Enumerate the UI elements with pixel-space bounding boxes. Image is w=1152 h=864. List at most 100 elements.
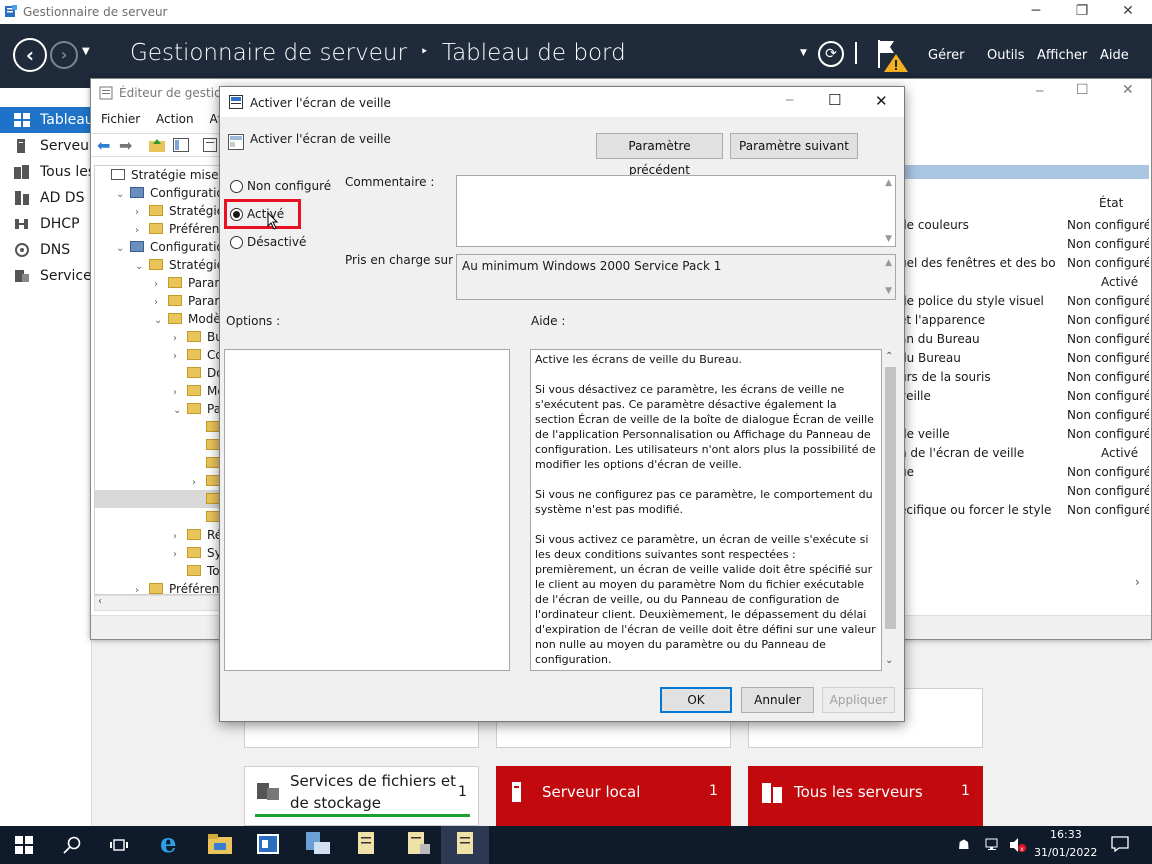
list-hscrollbar[interactable]: › xyxy=(899,575,1149,591)
list-item[interactable]: n de l'écran de veille Activé xyxy=(899,444,1149,463)
scroll-up-icon[interactable]: ⌃ xyxy=(885,351,893,362)
editor-maximize-button[interactable]: ☐ xyxy=(1076,82,1089,98)
back-icon[interactable]: ⬅ xyxy=(97,136,110,155)
server-manager-taskbar-icon[interactable] xyxy=(257,834,279,854)
comment-textarea[interactable]: ▲ ▼ xyxy=(456,175,896,247)
forward-icon[interactable]: ➡ xyxy=(119,136,132,155)
previous-setting-button[interactable]: Paramètre précédent xyxy=(596,133,723,177)
help-scrollbar[interactable]: ⌃ ⌄ xyxy=(882,349,899,671)
tree-node[interactable]: ⌄Configuration xyxy=(95,238,220,256)
tree-node[interactable]: A xyxy=(95,436,220,454)
list-item[interactable]: Non configuré xyxy=(899,235,1149,254)
tree-node[interactable]: ›Paramè xyxy=(95,292,220,310)
tree-node[interactable]: A xyxy=(95,418,220,436)
menu-view[interactable]: Afficher xyxy=(1037,48,1087,63)
editor-close-button[interactable]: ✕ xyxy=(1122,82,1134,98)
sidebar-item-dhcp[interactable]: DHCP xyxy=(0,211,92,237)
list-item[interactable]: de couleurs Non configuré xyxy=(899,216,1149,235)
scroll-down-icon[interactable]: ▼ xyxy=(885,286,892,296)
internet-explorer-icon[interactable]: e xyxy=(160,830,186,858)
history-dropdown-icon[interactable]: ▼ xyxy=(82,46,90,57)
list-item[interactable]: de veille Non configuré xyxy=(899,425,1149,444)
sidebar-item-local-server[interactable]: Serveur xyxy=(0,133,92,159)
tree-node[interactable]: ›Préférences xyxy=(95,220,220,238)
scroll-down-icon[interactable]: ⌄ xyxy=(885,655,893,666)
menu-tools[interactable]: Outils xyxy=(987,48,1025,63)
people-icon[interactable]: ☗ xyxy=(958,838,970,853)
gpo-taskbar-icon[interactable] xyxy=(455,832,475,854)
list-item[interactable]: uel des fenêtres et des bout... Non confi… xyxy=(899,254,1149,273)
tree-node[interactable]: ⌄Configuration xyxy=(95,184,220,202)
list-item[interactable]: urs de la souris Non configuré xyxy=(899,368,1149,387)
tree-node[interactable]: ›Com xyxy=(95,346,220,364)
file-explorer-icon[interactable] xyxy=(208,834,232,854)
radio-not-configured[interactable] xyxy=(230,180,243,193)
clock-date[interactable]: 31/01/2022 xyxy=(1034,846,1097,859)
sidebar-item-all-servers[interactable]: Tous les xyxy=(0,159,92,185)
tree-hscrollbar[interactable]: ‹ xyxy=(94,595,221,611)
back-arrow-icon[interactable]: ‹ xyxy=(13,38,47,72)
clock-time[interactable]: 16:33 xyxy=(1050,828,1082,841)
sidebar-item-dns[interactable]: DNS xyxy=(0,237,92,263)
tree-node[interactable]: ›Paramè xyxy=(95,274,220,292)
minimize-button[interactable]: ─ xyxy=(1013,0,1059,24)
list-item[interactable]: ue Non configuré xyxy=(899,463,1149,482)
tree-node[interactable]: ⌄Stratégies xyxy=(95,256,220,274)
list-item[interactable]: veille Non configuré xyxy=(899,387,1149,406)
dialog-close-button[interactable]: ✕ xyxy=(875,92,888,110)
ok-button[interactable]: OK xyxy=(660,687,732,713)
close-button[interactable]: ✕ xyxy=(1105,0,1151,24)
radio-not-configured-label[interactable]: Non configuré xyxy=(247,179,331,193)
radio-disabled[interactable] xyxy=(230,236,243,249)
script-taskbar-icon[interactable] xyxy=(356,832,376,854)
restore-button[interactable]: ❐ xyxy=(1059,0,1105,24)
search-icon[interactable] xyxy=(63,836,81,854)
windows-start-icon[interactable] xyxy=(15,836,33,854)
tree-node[interactable]: ›Bure xyxy=(95,328,220,346)
scroll-thumb[interactable] xyxy=(885,367,896,629)
tree-node[interactable]: ›Syst xyxy=(95,544,220,562)
menu-help[interactable]: Aide xyxy=(1100,48,1129,63)
tree-node[interactable]: ›Préférences xyxy=(95,580,220,594)
notepad-taskbar-icon[interactable] xyxy=(406,832,430,854)
tree-node[interactable]: ⌄Pann xyxy=(95,400,220,418)
scroll-down-icon[interactable]: ▼ xyxy=(885,234,892,244)
radio-disabled-label[interactable]: Désactivé xyxy=(247,235,306,249)
list-item[interactable]: écifique ou forcer le style ... Non confi… xyxy=(899,501,1149,520)
tree-node[interactable]: ›Men xyxy=(95,382,220,400)
sidebar-item-dashboard[interactable]: Tableau xyxy=(0,107,92,133)
show-hide-tree-icon[interactable] xyxy=(173,138,189,152)
mmc-taskbar-icon[interactable] xyxy=(306,832,330,854)
tree-node[interactable]: I xyxy=(95,454,220,472)
properties-icon[interactable] xyxy=(203,138,217,152)
list-item[interactable]: de police du style visuel Non configuré xyxy=(899,292,1149,311)
sidebar-item-adds[interactable]: AD DS xyxy=(0,185,92,211)
menu-action[interactable]: Action xyxy=(156,112,194,126)
tree-node[interactable]: ›Rése xyxy=(95,526,220,544)
refresh-icon[interactable]: ⟳ xyxy=(818,41,844,67)
tree-node[interactable]: P xyxy=(95,508,220,526)
tile-local-server[interactable]: Serveur local 1 xyxy=(496,766,731,826)
tile-file-services[interactable]: Services de fichiers et de stockage 1 xyxy=(244,766,479,826)
forward-arrow-icon[interactable]: › xyxy=(50,41,78,69)
cancel-button[interactable]: Annuler xyxy=(741,687,814,713)
list-item[interactable]: Activé xyxy=(899,273,1149,292)
menu-manage[interactable]: Gérer xyxy=(928,48,964,63)
list-item[interactable]: an du Bureau Non configuré xyxy=(899,330,1149,349)
dialog-minimize-button[interactable]: ─ xyxy=(786,93,793,107)
network-icon[interactable] xyxy=(985,838,1003,852)
next-setting-button[interactable]: Paramètre suivant xyxy=(730,133,858,159)
tree-node[interactable]: ›C xyxy=(95,472,220,490)
tree-node[interactable]: Stratégie mise en v xyxy=(95,166,220,184)
tree-node[interactable]: Doss xyxy=(95,364,220,382)
notifications-flag-icon[interactable] xyxy=(876,38,910,74)
editor-minimize-button[interactable]: ─ xyxy=(1036,84,1043,98)
volume-muted-icon[interactable]: x xyxy=(1009,837,1027,853)
list-item[interactable]: Non configuré xyxy=(899,406,1149,425)
scroll-up-icon[interactable]: ▲ xyxy=(885,258,892,268)
tile-all-servers[interactable]: Tous les serveurs 1 xyxy=(748,766,983,826)
tree-node[interactable]: Tous xyxy=(95,562,220,580)
scroll-up-icon[interactable]: ▲ xyxy=(885,178,892,188)
tree-node[interactable]: ›Stratégies xyxy=(95,202,220,220)
task-view-icon[interactable] xyxy=(110,837,128,853)
